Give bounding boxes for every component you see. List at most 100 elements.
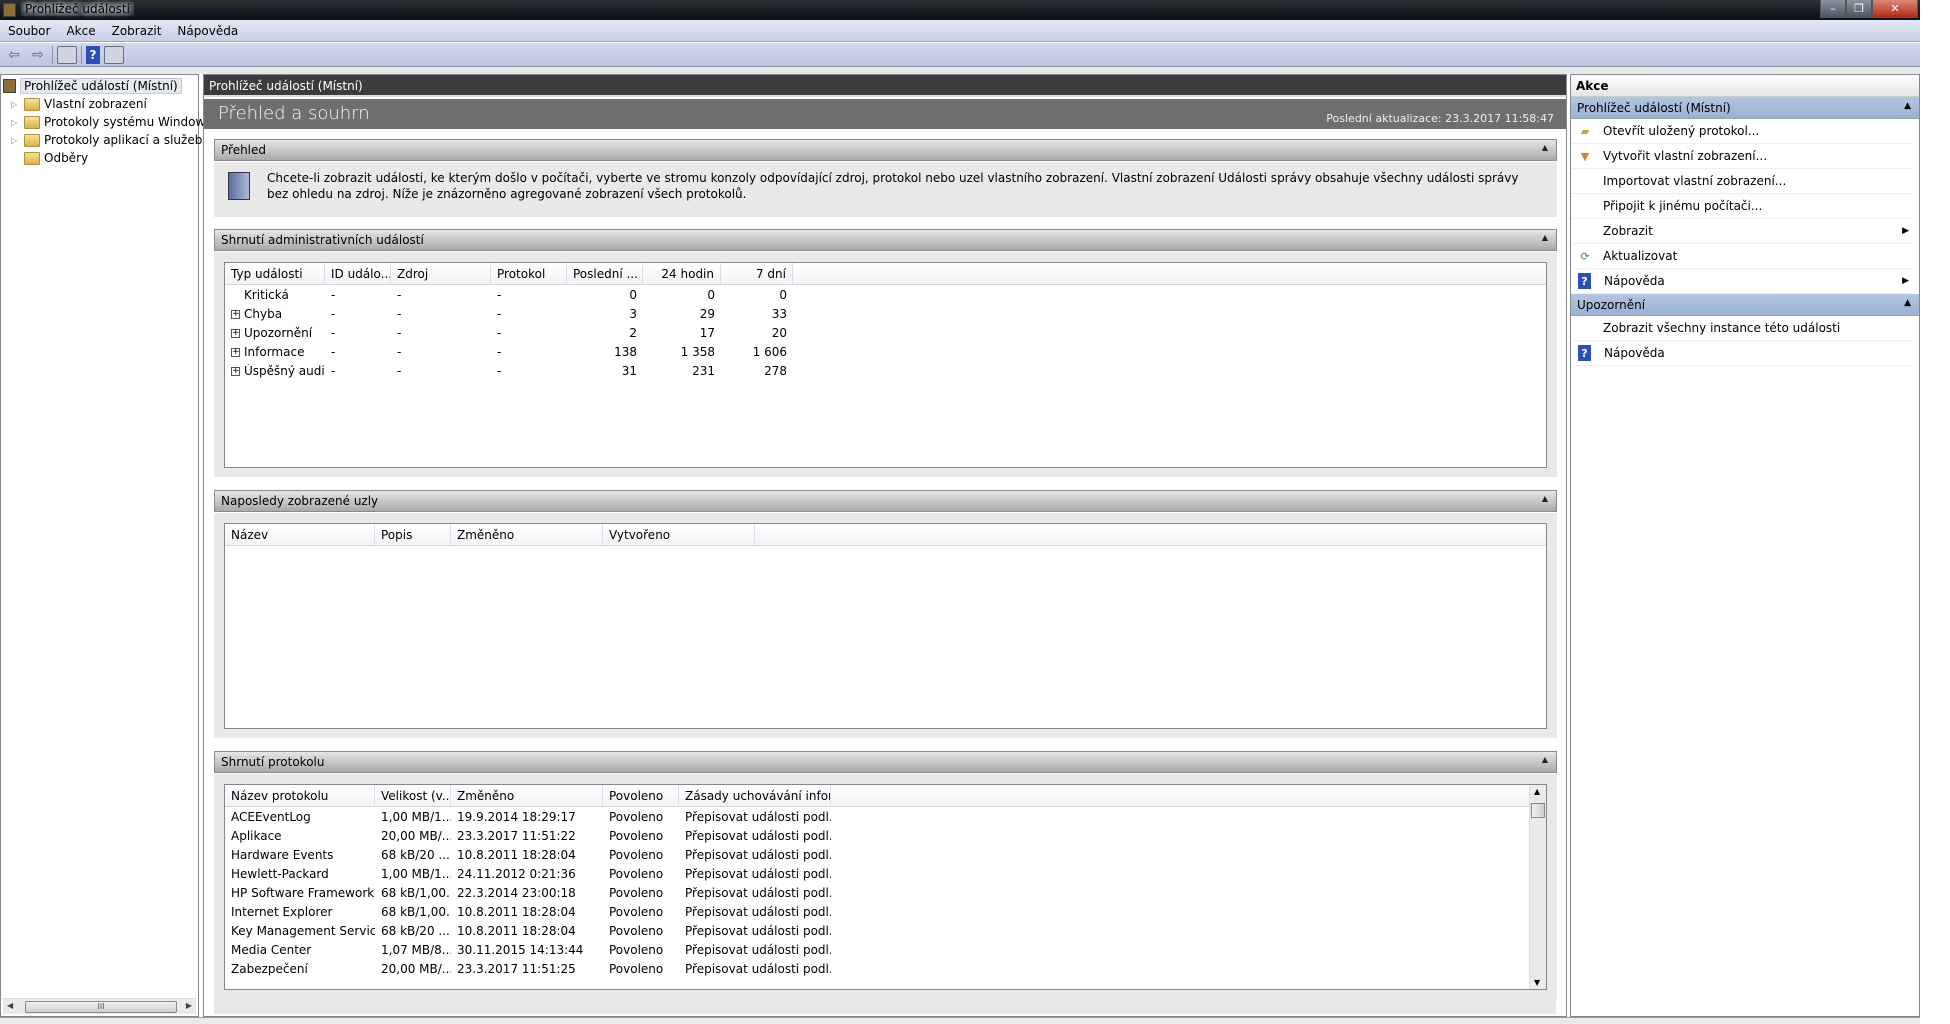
collapse-icon[interactable]: ▲ — [1542, 494, 1548, 503]
cell-h24: 0 — [707, 287, 715, 302]
table-cell: Key Management Service — [231, 923, 375, 938]
table-row[interactable]: Aplikace 20,00 MB/... 23.3.2017 11:51:22 Po… — [225, 826, 1546, 845]
collapse-icon[interactable]: ▲ — [1904, 101, 1911, 111]
tree-root[interactable]: Prohlížeč událostí (Místní) — [3, 77, 182, 95]
column-header[interactable]: Zdroj — [391, 263, 491, 284]
table-row[interactable]: + Informace - - - 138 1 358 1 606 — [225, 342, 1546, 361]
column-header[interactable]: Název — [225, 524, 375, 545]
expand-icon[interactable]: ▷ — [11, 136, 20, 145]
action-item[interactable]: ⟳ Aktualizovat — [1571, 244, 1913, 269]
action-item[interactable]: Zobrazit ▶ — [1571, 219, 1913, 244]
event-type-label: Kritická — [244, 287, 289, 302]
scroll-left-icon[interactable]: ◀ — [7, 1001, 13, 1010]
scroll-thumb[interactable]: III — [25, 1001, 177, 1013]
table-row[interactable]: Media Center 1,07 MB/8... 30.11.2015 14:13… — [225, 940, 1546, 959]
table-cell: Povoleno — [609, 809, 664, 824]
action-item[interactable]: Zobrazit všechny instance této události — [1571, 316, 1913, 341]
tree-item-app-logs[interactable]: ▷ Protokoly aplikací a služeb — [1, 131, 202, 149]
table-row[interactable]: + Chyba - - - 3 29 33 — [225, 304, 1546, 323]
cell-type: Kritická — [225, 288, 325, 302]
minimize-button[interactable]: – — [1820, 0, 1846, 18]
table-row[interactable]: Hewlett-Packard 1,00 MB/1... 24.11.2012 0:… — [225, 864, 1546, 883]
back-icon[interactable]: ⇦ — [4, 46, 24, 64]
menu-zobrazit[interactable]: Zobrazit — [104, 24, 170, 38]
collapse-icon[interactable]: ▲ — [1542, 755, 1548, 764]
column-header[interactable]: Zásady uchovávání infor... — [679, 785, 831, 806]
action-item[interactable]: ▰ Otevřít uložený protokol... — [1571, 119, 1913, 144]
table-cell: 24.11.2012 0:21:36 — [457, 866, 576, 881]
column-header[interactable]: Název protokolu — [225, 785, 375, 806]
column-header[interactable]: Popis — [375, 524, 451, 545]
help-icon[interactable]: ? — [86, 45, 100, 64]
column-header[interactable]: 24 hodin — [643, 263, 721, 284]
forward-icon[interactable]: ⇨ — [28, 46, 48, 64]
section-header-log-summary[interactable]: Shrnutí protokolu ▲ — [214, 751, 1557, 773]
actions-section-header[interactable]: Prohlížeč událostí (Místní) ▲ — [1571, 97, 1919, 119]
action-item[interactable]: ? Nápověda — [1571, 341, 1913, 366]
expand-icon[interactable]: + — [231, 309, 240, 319]
table-row[interactable]: Internet Explorer 68 kB/1,00... 10.8.2011 … — [225, 902, 1546, 921]
section-header-recent-nodes[interactable]: Naposledy zobrazené uzly ▲ — [214, 490, 1557, 512]
collapse-icon[interactable]: ▲ — [1542, 143, 1548, 152]
column-header[interactable]: Typ události — [225, 263, 325, 284]
column-header[interactable]: Změněno — [451, 524, 603, 545]
menu-soubor[interactable]: Soubor — [0, 24, 58, 38]
cell-log: - — [497, 287, 502, 302]
cell-d7: 33 — [771, 306, 787, 321]
scroll-thumb[interactable] — [1531, 803, 1545, 818]
column-header[interactable]: Vytvořeno — [603, 524, 755, 545]
horizontal-scrollbar[interactable]: ◀ III ▶ — [3, 998, 196, 1014]
section-header-admin-summary[interactable]: Shrnutí administrativních událostí ▲ — [214, 229, 1557, 251]
table-row[interactable]: Kritická - - - 0 0 0 — [225, 285, 1546, 304]
table-row[interactable]: ACEEventLog 1,00 MB/1... 19.9.2014 18:29:1… — [225, 807, 1546, 826]
action-item[interactable]: Připojit k jinému počítači... — [1571, 194, 1913, 219]
actions-section-header[interactable]: Upozornění ▲ — [1571, 294, 1919, 316]
overview-section: Chcete-li zobrazit události, ke kterým d… — [214, 162, 1557, 217]
table-cell: 10.8.2011 18:28:04 — [457, 923, 576, 938]
column-header[interactable]: Změněno — [451, 785, 603, 806]
menu-akce[interactable]: Akce — [58, 24, 103, 38]
section-header-overview[interactable]: Přehled ▲ — [214, 139, 1557, 161]
action-item[interactable]: Importovat vlastní zobrazení... — [1571, 169, 1913, 194]
section-title: Shrnutí protokolu — [221, 755, 325, 769]
table-row[interactable]: HP Software Framework 68 kB/1,00... 22.3.2… — [225, 883, 1546, 902]
close-button[interactable]: ✕ — [1872, 0, 1918, 18]
blank-icon — [1577, 223, 1593, 239]
show-hide-console-tree-icon[interactable] — [57, 45, 77, 64]
table-row[interactable]: + Úspěšný audit - - -31 231 278 — [225, 361, 1546, 380]
tree-item-subscriptions[interactable]: Odběry — [1, 149, 88, 167]
collapse-icon[interactable]: ▲ — [1542, 233, 1548, 242]
column-header[interactable]: 7 dní — [721, 263, 793, 284]
table-cell: Přepisovat události podl... — [685, 809, 831, 824]
show-hide-action-pane-icon[interactable] — [104, 45, 124, 64]
restore-button[interactable]: ❐ — [1846, 0, 1872, 18]
table-cell: HP Software Framework — [231, 885, 375, 900]
scroll-right-icon[interactable]: ▶ — [186, 1001, 192, 1010]
column-header[interactable]: Velikost (v... — [375, 785, 451, 806]
table-cell: Přepisovat události podl... — [685, 904, 831, 919]
column-header[interactable]: Povoleno — [603, 785, 679, 806]
expand-icon[interactable]: ▷ — [11, 118, 20, 127]
tree-item-custom-views[interactable]: ▷ Vlastní zobrazení — [1, 95, 147, 113]
scroll-down-icon[interactable]: ▼ — [1534, 978, 1540, 987]
tree-item-windows-logs[interactable]: ▷ Protokoly systému Windows — [1, 113, 212, 131]
column-header[interactable]: Protokol — [491, 263, 567, 284]
table-row[interactable]: Key Management Service 68 kB/20 ... 10.8.2… — [225, 921, 1546, 940]
expand-icon[interactable]: + — [231, 347, 240, 357]
table-row[interactable]: Zabezpečení 20,00 MB/... 23.3.2017 11:51:2… — [225, 959, 1546, 978]
vertical-scrollbar[interactable]: ▲ ▼ — [1529, 785, 1546, 989]
menu-napoveda[interactable]: Nápověda — [169, 24, 246, 38]
expand-icon[interactable]: ▷ — [11, 100, 20, 109]
column-header[interactable]: Poslední ... — [567, 263, 643, 284]
column-header[interactable]: ID událo... — [325, 263, 391, 284]
collapse-icon[interactable]: ▲ — [1904, 298, 1911, 308]
table-row[interactable]: + Upozornění - - - 2 17 20 — [225, 323, 1546, 342]
action-item[interactable]: ▼ Vytvořit vlastní zobrazení... — [1571, 144, 1913, 169]
expand-icon[interactable]: + — [231, 366, 240, 376]
action-item[interactable]: ? Nápověda ▶ — [1571, 269, 1913, 294]
table-row[interactable]: Hardware Events 68 kB/20 ... 10.8.2011 18:… — [225, 845, 1546, 864]
submenu-arrow-icon: ▶ — [1902, 226, 1909, 236]
cell-src: - — [397, 363, 402, 378]
expand-icon[interactable]: + — [231, 328, 240, 338]
scroll-up-icon[interactable]: ▲ — [1534, 787, 1540, 796]
